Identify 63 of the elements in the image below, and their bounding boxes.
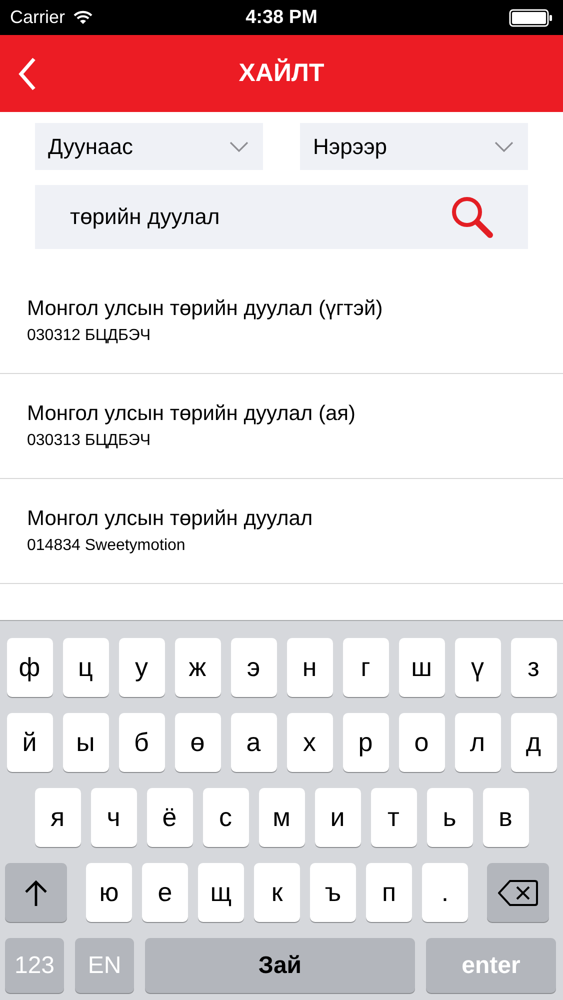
dropdown[interactable]: Дуунаас bbox=[35, 123, 263, 170]
result-row[interactable]: Монгол улсын төрийн дуулал (ая) 030313 БЦДБЭЧ bbox=[0, 374, 563, 479]
key[interactable]: ч bbox=[90, 788, 136, 847]
key[interactable]: р bbox=[342, 713, 388, 772]
key[interactable]: н bbox=[286, 638, 332, 697]
song-code: 030313 БЦДБЭЧ bbox=[27, 432, 152, 450]
search-field[interactable]: төрийн дуулал bbox=[35, 185, 528, 249]
key[interactable]: а bbox=[230, 713, 276, 772]
key[interactable]: д bbox=[510, 713, 556, 772]
key[interactable]: ь bbox=[426, 788, 472, 847]
back-button[interactable] bbox=[18, 57, 38, 91]
key[interactable]: ы bbox=[62, 713, 108, 772]
back-chevron-icon bbox=[18, 57, 38, 91]
key[interactable]: ш bbox=[398, 638, 444, 697]
key[interactable]: ө bbox=[174, 713, 220, 772]
key[interactable]: э bbox=[230, 638, 276, 697]
key[interactable]: . bbox=[422, 863, 468, 922]
key[interactable]: п bbox=[366, 863, 412, 922]
key[interactable]: ү bbox=[454, 638, 500, 697]
key[interactable]: и bbox=[314, 788, 360, 847]
key[interactable]: м bbox=[258, 788, 304, 847]
space-key[interactable]: Зай bbox=[145, 938, 415, 993]
key[interactable]: я bbox=[34, 788, 80, 847]
key[interactable]: к bbox=[254, 863, 300, 922]
status-time: 4:38 PM bbox=[246, 6, 318, 28]
key[interactable]: ж bbox=[174, 638, 220, 697]
screen-title: ХАЙЛТ bbox=[238, 59, 324, 88]
delete-key[interactable] bbox=[487, 863, 549, 922]
chevron-down-icon bbox=[229, 140, 249, 152]
key[interactable]: у bbox=[118, 638, 164, 697]
dropdown[interactable]: Нэрээр bbox=[300, 123, 528, 170]
song-title: Монгол улсын төрийн дуулал bbox=[27, 507, 314, 531]
key[interactable]: ъ bbox=[310, 863, 356, 922]
song-code: 030312 БЦДБЭЧ bbox=[27, 327, 152, 345]
song-title: Монгол улсын төрийн дуулал (ая) bbox=[27, 402, 357, 426]
key[interactable]: ц bbox=[62, 638, 108, 697]
battery-icon bbox=[509, 8, 553, 26]
carrier-name: Carrier bbox=[10, 7, 66, 28]
up-arrow-icon bbox=[24, 878, 48, 906]
key[interactable]: й bbox=[6, 713, 52, 772]
key[interactable]: в bbox=[482, 788, 528, 847]
key[interactable]: е bbox=[142, 863, 188, 922]
key[interactable]: ё bbox=[146, 788, 192, 847]
song-code: 014834 Sweetymotion bbox=[27, 537, 186, 555]
key[interactable]: т bbox=[370, 788, 416, 847]
key[interactable]: л bbox=[454, 713, 500, 772]
search-icon bbox=[449, 194, 495, 240]
key[interactable]: з bbox=[510, 638, 556, 697]
result-row[interactable]: Монгол улсын төрийн дуулал (үгтэй) 030312 БЦДБЭЧ bbox=[0, 269, 563, 374]
key[interactable]: г bbox=[342, 638, 388, 697]
wifi-icon bbox=[73, 10, 94, 25]
result-row[interactable]: Монгол улсын төрийн дуулал 014834 Sweetymotion bbox=[0, 479, 563, 584]
key[interactable]: щ bbox=[198, 863, 244, 922]
chevron-down-icon bbox=[494, 140, 514, 152]
shift-key[interactable] bbox=[5, 863, 67, 922]
key[interactable]: с bbox=[202, 788, 248, 847]
key[interactable]: ф bbox=[6, 638, 52, 697]
key[interactable]: ю bbox=[86, 863, 132, 922]
song-title: Монгол улсын төрийн дуулал (үгтэй) bbox=[27, 297, 384, 321]
key[interactable]: х bbox=[286, 713, 332, 772]
delete-icon bbox=[498, 878, 538, 906]
key[interactable]: б bbox=[118, 713, 164, 772]
key[interactable]: о bbox=[398, 713, 444, 772]
